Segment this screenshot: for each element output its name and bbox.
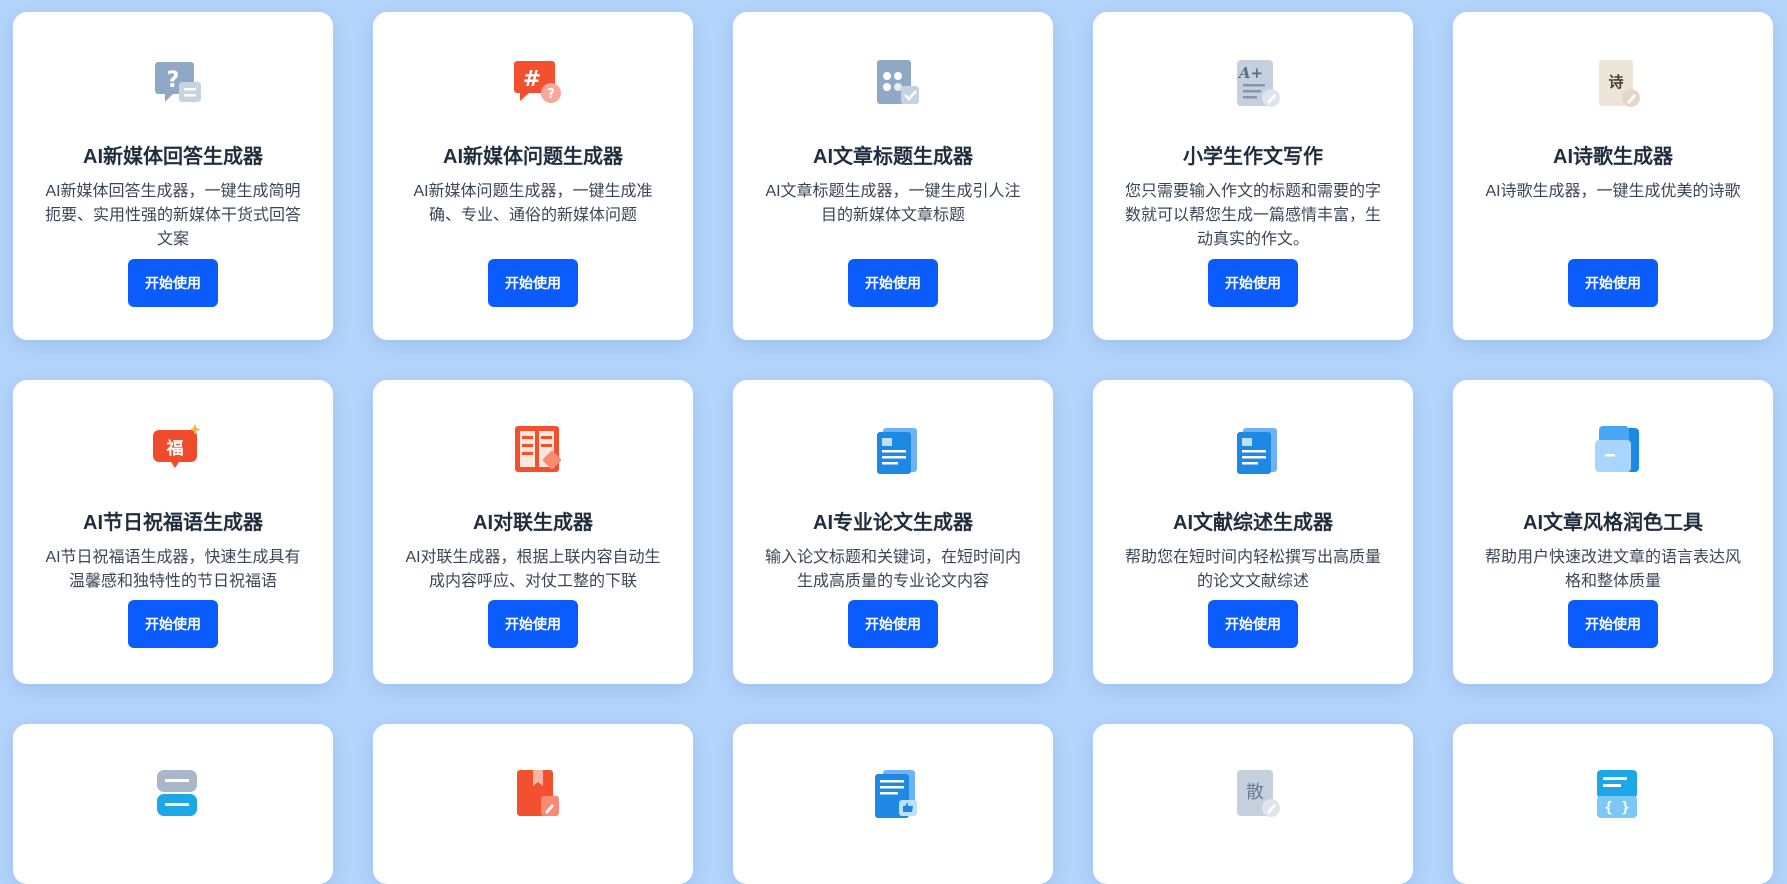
- poem-scroll-icon: 诗: [1599, 60, 1640, 107]
- start-button[interactable]: 开始使用: [488, 600, 578, 648]
- code-braces-icon: { }: [1597, 770, 1637, 818]
- start-button[interactable]: 开始使用: [848, 259, 938, 307]
- tool-card[interactable]: AI文献综述生成器 帮助您在短时间内轻松撰写出高质量的论文文献综述 开始使用: [1093, 380, 1413, 684]
- card-description: AI对联生成器，根据上联内容自动生成内容呼应、对仗工整的下联: [405, 549, 661, 590]
- card-title: AI节日祝福语生成器: [83, 512, 263, 534]
- start-button[interactable]: 开始使用: [1208, 259, 1298, 307]
- tool-card[interactable]: AI对联生成器 AI对联生成器，根据上联内容自动生成内容呼应、对仗工整的下联 开…: [373, 380, 693, 684]
- paper-document-icon: [877, 428, 917, 474]
- card-description: AI诗歌生成器，一键生成优美的诗歌: [1485, 183, 1741, 200]
- tool-card[interactable]: # ? AI新媒体问题生成器 AI新媒体问题生成器，一键生成准确、专业、通俗的新…: [373, 12, 693, 340]
- card-description: 帮助您在短时间内轻松撰写出高质量的论文文献综述: [1124, 549, 1381, 590]
- tool-card[interactable]: [373, 724, 693, 884]
- start-button[interactable]: 开始使用: [488, 259, 578, 307]
- tool-card[interactable]: [733, 724, 1053, 884]
- tool-card[interactable]: A+ 小学生作文写作 您只需要输入作文的标题和需要的字数就可以帮您生成一篇感情丰…: [1093, 12, 1413, 340]
- fu-blessing-icon: 福: [153, 424, 201, 468]
- card-description: 帮助用户快速改进文章的语言表达风格和整体质量: [1484, 549, 1741, 590]
- svg-text:?: ?: [167, 68, 180, 93]
- card-title: AI专业论文生成器: [813, 512, 973, 534]
- card-title: AI文献综述生成器: [1173, 512, 1333, 534]
- card-description: 您只需要输入作文的标题和需要的字数就可以帮您生成一篇感情丰富，生动真实的作文。: [1124, 183, 1381, 248]
- card-description: AI文章标题生成器，一键生成引人注目的新媒体文章标题: [765, 183, 1021, 224]
- title-grid-check-icon: [877, 60, 919, 104]
- svg-text:A+: A+: [1237, 64, 1263, 82]
- card-title: AI对联生成器: [473, 512, 593, 534]
- svg-text:{ }: { }: [1604, 800, 1629, 816]
- couplet-book-icon: [515, 426, 562, 472]
- tool-card[interactable]: AI专业论文生成器 输入论文标题和关键词，在短时间内生成高质量的专业论文内容 开…: [733, 380, 1053, 684]
- card-description: AI新媒体问题生成器，一键生成准确、专业、通俗的新媒体问题: [413, 183, 653, 224]
- card-description: 输入论文标题和关键词，在短时间内生成高质量的专业论文内容: [764, 549, 1021, 590]
- start-button[interactable]: 开始使用: [1208, 600, 1298, 648]
- prose-document-icon: 散: [1237, 770, 1280, 817]
- card-description: AI节日祝福语生成器，快速生成具有温馨感和独特性的节日祝福语: [45, 549, 301, 590]
- document-thumbs-up-icon: [875, 770, 917, 818]
- red-book-edit-icon: [517, 770, 559, 816]
- svg-text:诗: 诗: [1608, 73, 1623, 91]
- svg-text:福: 福: [166, 438, 184, 459]
- tool-card[interactable]: 散: [1093, 724, 1413, 884]
- svg-text:?: ?: [547, 87, 555, 102]
- a-plus-document-icon: A+: [1237, 60, 1280, 107]
- start-button[interactable]: 开始使用: [848, 600, 938, 648]
- hashtag-question-icon: # ?: [514, 61, 561, 103]
- tool-card[interactable]: AI文章标题生成器 AI文章标题生成器，一键生成引人注目的新媒体文章标题 开始使…: [733, 12, 1053, 340]
- tool-card[interactable]: AI文章风格润色工具 帮助用户快速改进文章的语言表达风格和整体质量 开始使用: [1453, 380, 1773, 684]
- start-button[interactable]: 开始使用: [128, 600, 218, 648]
- card-title: AI文章标题生成器: [813, 146, 973, 168]
- tool-card[interactable]: { }: [1453, 724, 1773, 884]
- start-button[interactable]: 开始使用: [128, 259, 218, 307]
- folder-polish-icon: [1595, 426, 1639, 472]
- tool-card[interactable]: 福 AI节日祝福语生成器 AI节日祝福语生成器，快速生成具有温馨感和独特性的节日…: [13, 380, 333, 684]
- question-chat-icon: ?: [155, 62, 201, 102]
- card-title: AI文章风格润色工具: [1523, 512, 1703, 534]
- start-button[interactable]: 开始使用: [1568, 600, 1658, 648]
- card-title: 小学生作文写作: [1183, 146, 1323, 168]
- card-description: AI新媒体回答生成器，一键生成简明扼要、实用性强的新媒体干货式回答文案: [44, 183, 301, 248]
- start-button[interactable]: 开始使用: [1568, 259, 1658, 307]
- svg-text:散: 散: [1246, 782, 1264, 803]
- card-title: AI诗歌生成器: [1553, 146, 1673, 168]
- svg-text:#: #: [523, 67, 541, 92]
- tool-card[interactable]: [13, 724, 333, 884]
- card-title: AI新媒体问题生成器: [443, 146, 623, 168]
- literature-document-icon: [1237, 428, 1277, 474]
- tool-card[interactable]: ? AI新媒体回答生成器 AI新媒体回答生成器，一键生成简明扼要、实用性强的新媒…: [13, 12, 333, 340]
- tool-card[interactable]: 诗 AI诗歌生成器 AI诗歌生成器，一键生成优美的诗歌 开始使用: [1453, 12, 1773, 340]
- stacked-cards-icon: [157, 770, 197, 816]
- card-title: AI新媒体回答生成器: [83, 146, 263, 168]
